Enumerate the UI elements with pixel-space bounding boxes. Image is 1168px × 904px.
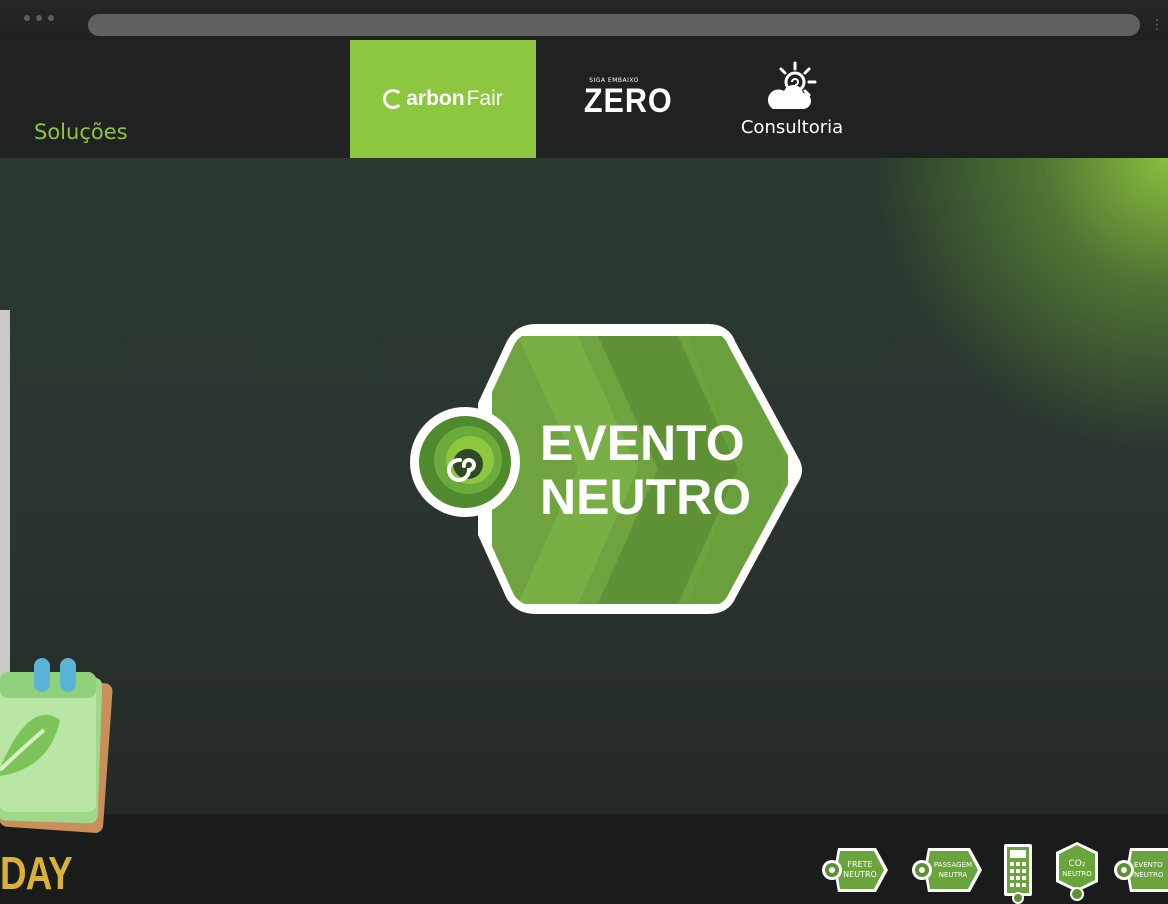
browser-menu-icon[interactable]: ⋮ [1150,18,1164,32]
leaf-calendar-icon [0,658,113,833]
tab-zero[interactable]: SIGA EMBAIXO ZERO [560,40,696,158]
carbonfair-brand-light: Fair [466,87,503,110]
footer-bar [0,814,1168,904]
cloud-sun-icon [767,61,817,109]
zero-logo-text: ZERO [583,82,673,120]
badge-evento-neutro[interactable]: EVENTO NEUTRO [1112,842,1168,898]
badge-co2-neutro[interactable]: CO₂ NEUTRO [1052,840,1102,902]
badge-2-line1: PASSAGEM [934,861,972,869]
badge-frete-neutro[interactable]: FRETE NEUTRO [820,842,892,898]
badge-5-line2: NEUTRO [1134,871,1164,879]
nav-solucoes-label[interactable]: Soluções [34,120,128,144]
carbonfair-c-icon [383,89,404,109]
carbonfair-logo: arbon Fair [383,87,503,111]
badge-1-line1: FRETE [847,860,872,869]
tab-consultoria-label: Consultoria [740,116,844,138]
evento-neutro-text: EVENTO NEUTRO [540,416,751,524]
address-bar[interactable] [88,14,1140,36]
tab-consultoria[interactable]: Consultoria [730,40,854,158]
logo-line-2: NEUTRO [540,469,752,525]
badge-5-line1: EVENTO [1134,861,1163,869]
logo-line-1: EVENTO [540,415,745,471]
day-label: DAY [0,847,73,899]
window-dot[interactable] [48,15,54,21]
calculator-icon[interactable] [1002,842,1034,904]
badge-4-line1: CO₂ [1069,859,1086,869]
badge-4-line2: NEUTRO [1062,870,1092,878]
tab-carbonfair[interactable]: arbon Fair [350,40,536,158]
window-dot[interactable] [36,15,42,21]
window-controls [24,15,54,21]
badge-2-line2: NEUTRA [939,871,968,879]
window-dot[interactable] [24,15,30,21]
badge-1-line2: NEUTRO [843,870,877,879]
carbonfair-brand-bold: arbon [406,87,465,110]
hero-banner: EVENTO NEUTRO [0,158,1168,814]
browser-frame: ⋮ Soluções arbon Fair SIGA EMBAIXO ZERO C… [0,0,1168,904]
badge-passagem-neutra[interactable]: PASSAGEM NEUTRA [910,842,986,898]
side-panel-edge [0,310,10,690]
browser-top-bar: ⋮ [0,0,1168,40]
